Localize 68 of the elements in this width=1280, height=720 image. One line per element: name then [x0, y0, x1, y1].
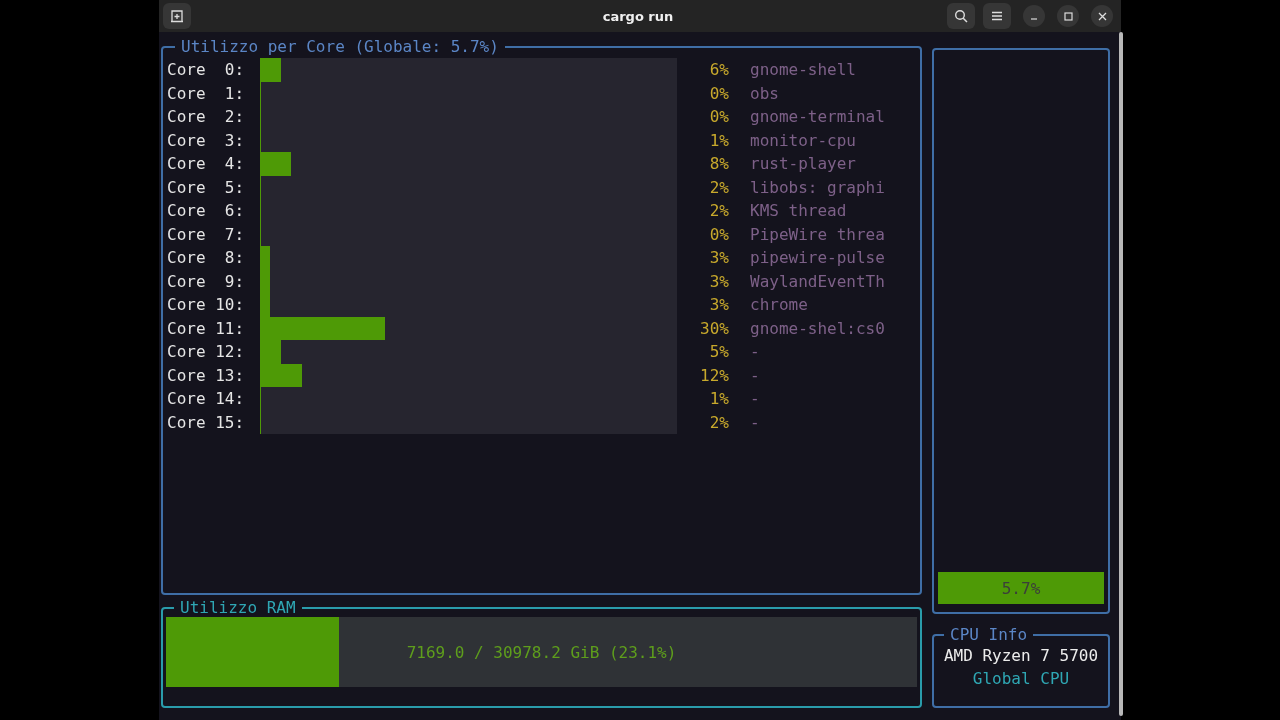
close-button[interactable] [1091, 5, 1113, 27]
core-percent: 6% [708, 59, 729, 81]
process-name: libobs: graphi [750, 176, 885, 199]
core-percent: 3% [708, 270, 729, 293]
menu-icon [991, 11, 1003, 21]
window-title: cargo run [602, 8, 674, 24]
ram-usage: 7169.0 / 30978.2 GiB (23.1%) [405, 641, 678, 664]
process-name: - [750, 364, 760, 387]
minimize-button[interactable] [1023, 5, 1045, 27]
core-percent: 2% [708, 411, 729, 434]
cpu-usage: 5.7% [1001, 577, 1041, 600]
process-name: pipewire-pulse [750, 247, 885, 269]
scrollbar[interactable] [1119, 32, 1123, 716]
core-percent: 2% [708, 176, 729, 199]
core-percent: 3% [708, 294, 729, 316]
maximize-icon [1063, 11, 1073, 21]
new-tab-button[interactable] [163, 3, 191, 29]
core-label: Core 6: [167, 200, 246, 222]
core-percent: 1% [708, 388, 729, 410]
core-percent: 0% [708, 223, 729, 246]
core-label: Core 0: [167, 59, 246, 81]
new-tab-icon [170, 9, 184, 23]
cpu-caption: Global CPU [972, 668, 1070, 690]
process-name: WaylandEventTh [750, 270, 885, 293]
core-label: Core 14: [167, 388, 246, 410]
core-percent: 0% [708, 82, 729, 105]
process-name: - [750, 411, 760, 434]
cpu-model: AMD Ryzen 7 5700 [943, 645, 1099, 667]
process-name: obs [750, 82, 779, 105]
process-name: gnome-shell [750, 59, 856, 81]
core-label: Core 3: [167, 129, 246, 152]
panel-title: Utilizzo RAM [179, 599, 297, 617]
process-name: KMS thread [750, 200, 847, 222]
process-name: - [750, 341, 760, 363]
process-name: monitor-cpu [750, 129, 856, 152]
core-percent: 30% [699, 317, 729, 340]
process-name: chrome [750, 294, 808, 316]
process-name: - [750, 388, 760, 410]
core-label: Core 10: [167, 294, 246, 316]
core-percent: 8% [708, 153, 729, 175]
core-label: Core 15: [167, 411, 246, 434]
core-label: Core 12: [167, 341, 246, 363]
core-label: Core 1: [167, 82, 246, 105]
menu-button[interactable] [983, 3, 1011, 29]
core-label: Core 2: [167, 106, 246, 128]
process-name: PipeWire threa [750, 223, 885, 246]
process-name: gnome-terminal [750, 106, 885, 128]
core-percent: 2% [708, 200, 729, 222]
search-icon [954, 9, 968, 23]
process-name: rust-player [750, 153, 856, 175]
core-label: Core 13: [167, 364, 246, 387]
core-percent: 0% [708, 106, 729, 128]
panel-title: Utilizzo per Core (Globale: 5.7%) [180, 38, 500, 56]
process-name: gnome-shel:cs0 [750, 317, 885, 340]
core-label: Core 9: [167, 270, 246, 293]
panel-title: CPU Info [949, 626, 1029, 644]
core-label: Core 8: [167, 247, 246, 269]
core-label: Core 11: [167, 317, 246, 340]
core-percent: 12% [699, 364, 729, 387]
core-percent: 5% [708, 341, 729, 363]
core-label: Core 5: [167, 176, 246, 199]
maximize-button[interactable] [1057, 5, 1079, 27]
close-icon [1097, 11, 1107, 21]
core-label: Core 4: [167, 153, 246, 175]
search-button[interactable] [947, 3, 975, 29]
core-label: Core 7: [167, 223, 246, 246]
core-percent: 1% [708, 129, 729, 152]
core-percent: 3% [708, 247, 729, 269]
